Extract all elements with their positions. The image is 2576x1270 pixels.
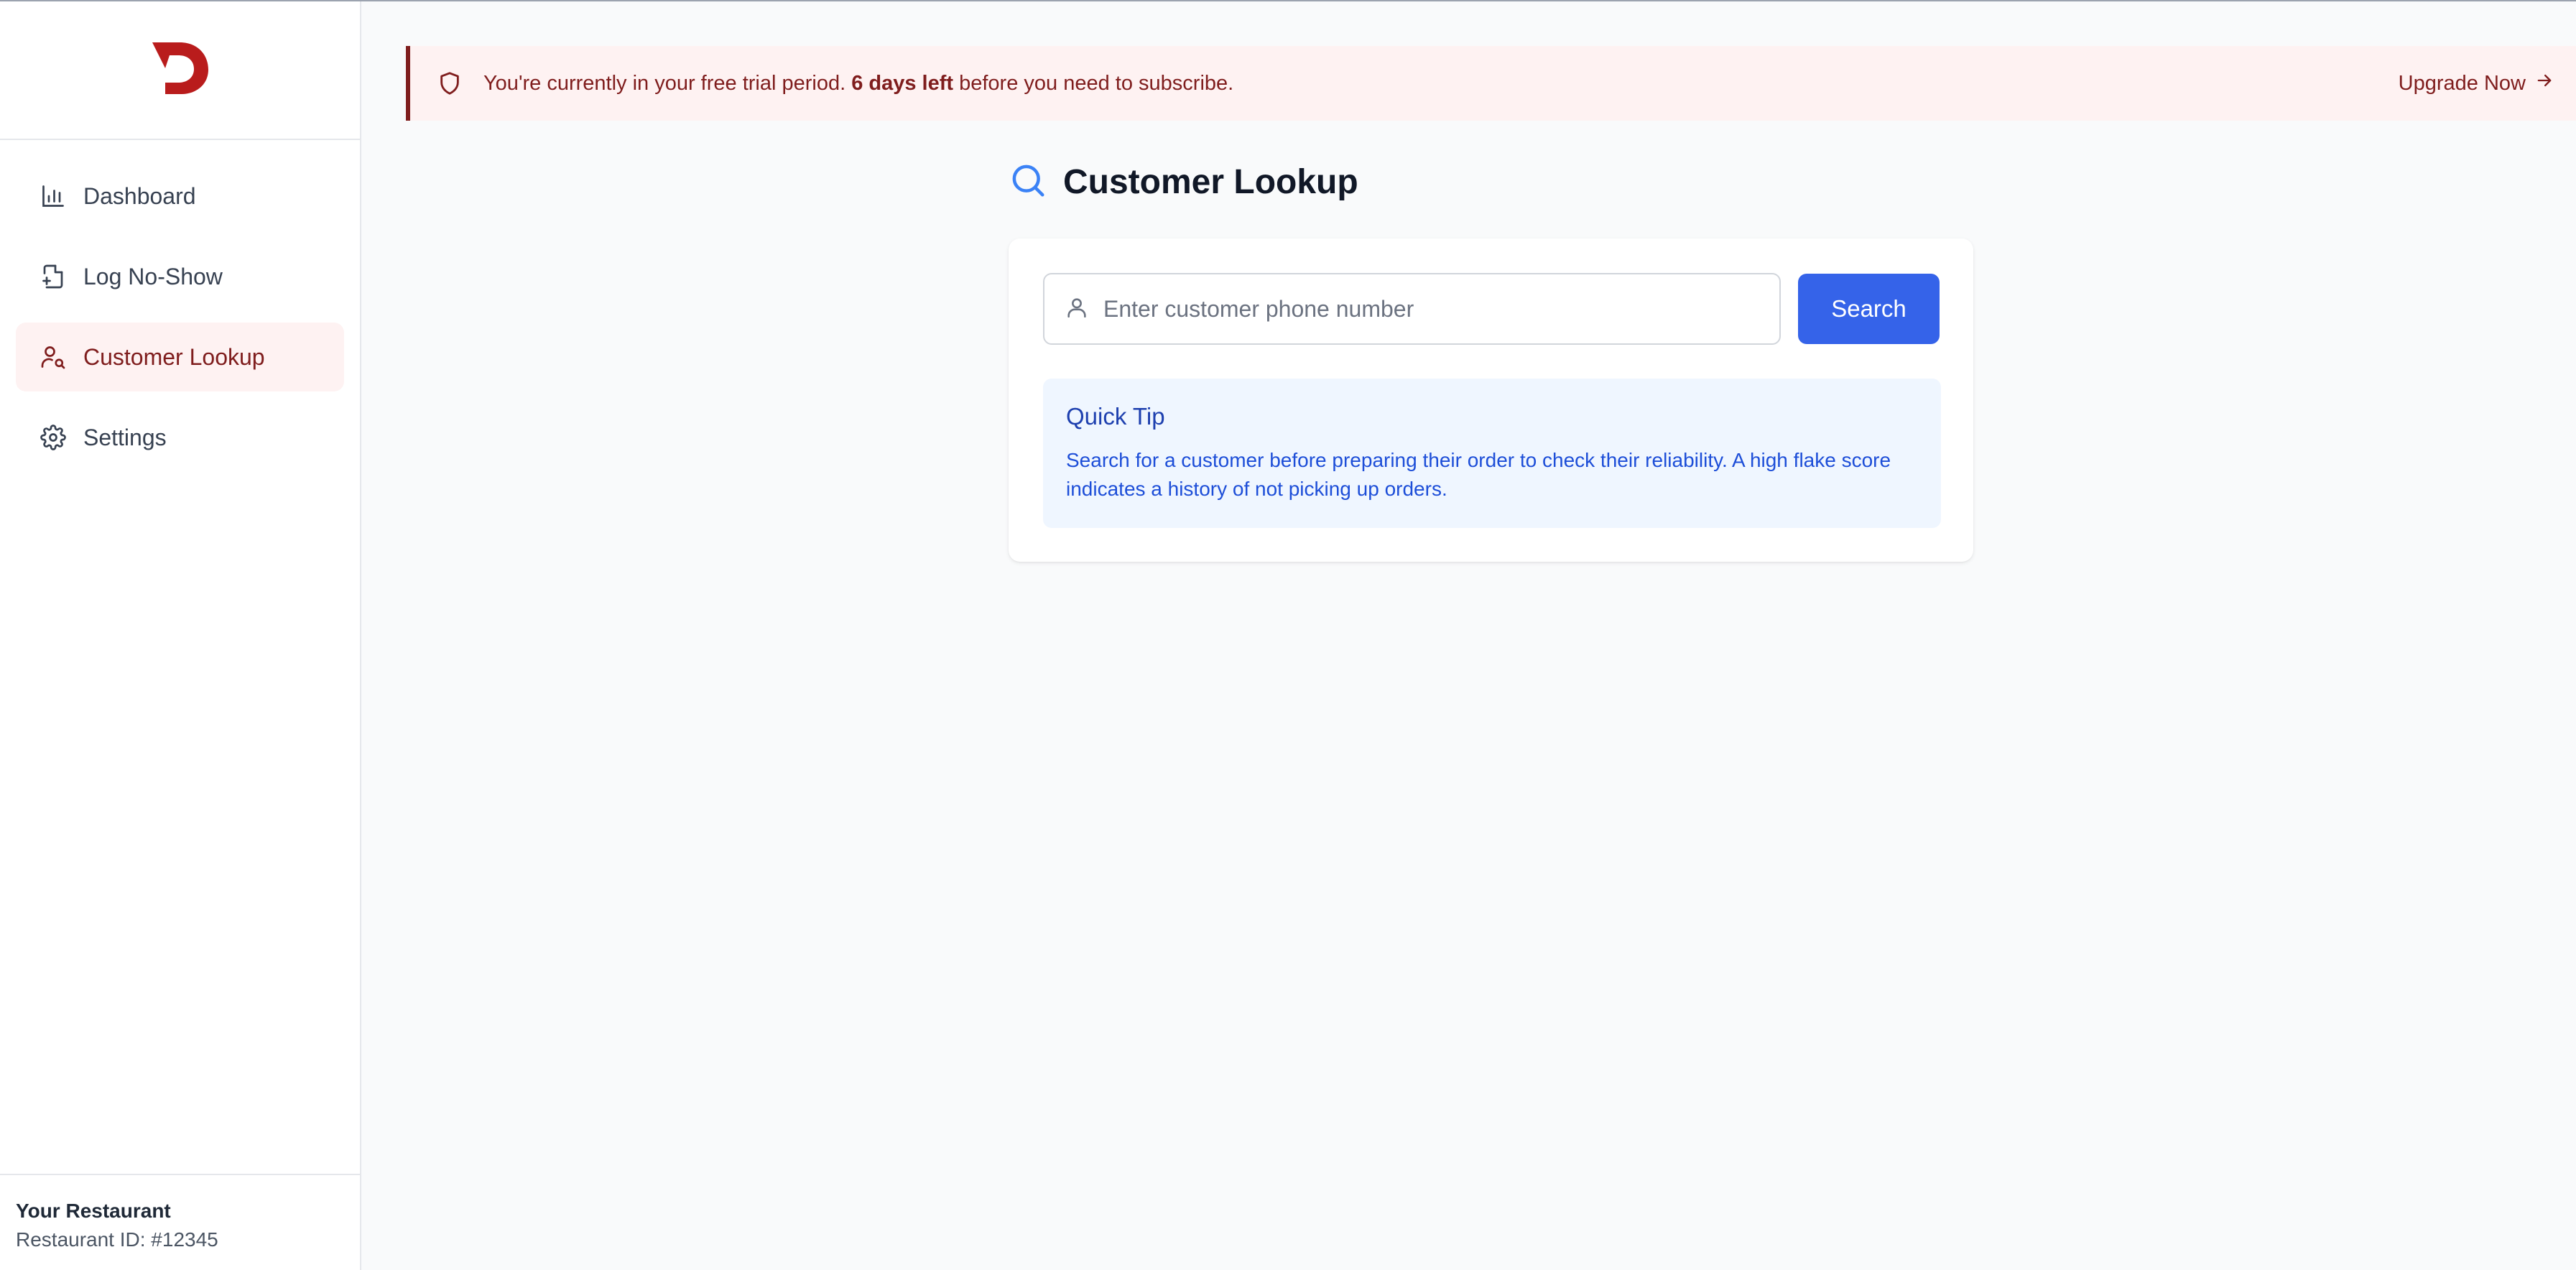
search-button[interactable]: Search <box>1798 274 1940 344</box>
sidebar-nav: Dashboard Log No-Show Customer Lookup Se… <box>0 140 360 472</box>
restaurant-name: Your Restaurant <box>16 1200 171 1222</box>
shield-icon <box>437 69 466 98</box>
trial-text-after: before you need to subscribe. <box>953 71 1234 95</box>
user-search-icon <box>39 343 68 371</box>
sidebar-item-settings[interactable]: Settings <box>16 403 344 472</box>
user-icon <box>1065 295 1089 323</box>
upgrade-now-link[interactable]: Upgrade Now <box>2399 70 2554 96</box>
sidebar: Dashboard Log No-Show Customer Lookup Se… <box>0 1 361 1270</box>
sidebar-item-log-no-show[interactable]: Log No-Show <box>16 242 344 311</box>
search-field[interactable] <box>1043 273 1781 345</box>
lookup-card: Search Quick Tip Search for a customer b… <box>1009 238 1973 562</box>
trial-days-left: 6 days left <box>851 71 954 95</box>
page-header: Customer Lookup <box>1009 158 1358 205</box>
sidebar-item-label: Settings <box>83 424 167 450</box>
quick-tip-panel: Quick Tip Search for a customer before p… <box>1043 379 1941 528</box>
sidebar-footer: Your Restaurant Restaurant ID: #12345 <box>0 1174 360 1270</box>
trial-text-before: You're currently in your free trial peri… <box>483 71 852 95</box>
bar-chart-icon <box>39 182 68 210</box>
phone-search-input[interactable] <box>1103 295 1779 323</box>
arrow-right-icon <box>2534 70 2554 96</box>
search-row: Search <box>1043 273 1940 345</box>
sidebar-item-customer-lookup[interactable]: Customer Lookup <box>16 323 344 391</box>
sidebar-item-label: Dashboard <box>83 182 196 209</box>
sidebar-item-dashboard[interactable]: Dashboard <box>16 162 344 231</box>
page-title: Customer Lookup <box>1063 162 1358 201</box>
sidebar-item-label: Customer Lookup <box>83 343 265 370</box>
upgrade-now-label: Upgrade Now <box>2398 71 2526 95</box>
app-root: Dashboard Log No-Show Customer Lookup Se… <box>0 0 2576 1270</box>
sidebar-item-label: Log No-Show <box>83 263 223 289</box>
logo-area <box>0 1 360 140</box>
quick-tip-title: Quick Tip <box>1066 403 1165 430</box>
restaurant-id: Restaurant ID: #12345 <box>16 1228 218 1251</box>
d-logo-icon[interactable] <box>149 40 211 101</box>
gear-icon <box>39 423 68 452</box>
trial-banner: You're currently in your free trial peri… <box>406 46 2576 121</box>
quick-tip-body: Search for a customer before preparing t… <box>1066 449 1891 500</box>
search-icon <box>1009 161 1047 203</box>
trial-banner-text: You're currently in your free trial peri… <box>483 72 2399 96</box>
file-plus-icon <box>39 262 68 291</box>
